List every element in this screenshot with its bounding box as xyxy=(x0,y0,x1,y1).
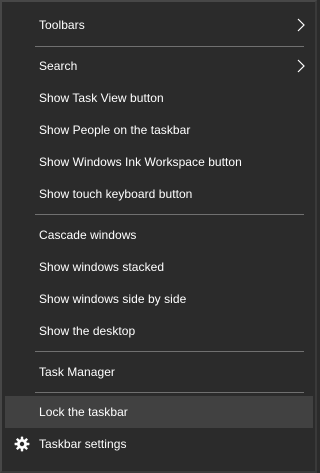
menu-item-windows-side-by-side[interactable]: Show windows side by side xyxy=(5,283,313,315)
menu-item-show-task-view[interactable]: Show Task View button xyxy=(5,82,313,114)
menu-item-show-touch-keyboard[interactable]: Show touch keyboard button xyxy=(5,178,313,210)
menu-item-cascade-windows[interactable]: Cascade windows xyxy=(5,219,313,251)
menu-item-label: Toolbars xyxy=(39,18,85,32)
menu-item-toolbars[interactable]: Toolbars xyxy=(5,9,313,41)
menu-item-lock-taskbar[interactable]: Lock the taskbar xyxy=(5,396,313,428)
menu-item-label: Search xyxy=(39,59,78,73)
gear-icon xyxy=(14,436,30,452)
chevron-right-icon xyxy=(297,59,305,73)
menu-item-label: Show Task View button xyxy=(39,91,164,105)
menu-item-label: Show People on the taskbar xyxy=(39,123,191,137)
menu-item-search[interactable]: Search xyxy=(5,50,313,82)
menu-item-label: Show windows side by side xyxy=(39,292,187,306)
menu-item-show-people[interactable]: Show People on the taskbar xyxy=(5,114,313,146)
menu-item-taskbar-settings[interactable]: Taskbar settings xyxy=(5,428,313,460)
menu-item-task-manager[interactable]: Task Manager xyxy=(5,356,313,388)
menu-item-label: Taskbar settings xyxy=(39,437,127,451)
menu-separator xyxy=(35,351,304,352)
menu-item-label: Lock the taskbar xyxy=(39,405,128,419)
menu-item-windows-stacked[interactable]: Show windows stacked xyxy=(5,251,313,283)
menu-item-label: Show windows stacked xyxy=(39,260,165,274)
menu-separator xyxy=(35,214,304,215)
menu-item-label: Show Windows Ink Workspace button xyxy=(39,155,242,169)
menu-item-label: Show touch keyboard button xyxy=(39,187,193,201)
chevron-right-icon xyxy=(297,18,305,32)
taskbar-context-menu: Toolbars Search Show Task View button Sh… xyxy=(0,0,317,473)
menu-separator xyxy=(35,46,304,47)
menu-separator xyxy=(35,392,304,393)
menu-item-label: Task Manager xyxy=(39,365,115,379)
menu-item-label: Show the desktop xyxy=(39,324,136,338)
menu-item-show-desktop[interactable]: Show the desktop xyxy=(5,315,313,347)
menu-item-show-ink-workspace[interactable]: Show Windows Ink Workspace button xyxy=(5,146,313,178)
menu-item-label: Cascade windows xyxy=(39,228,137,242)
